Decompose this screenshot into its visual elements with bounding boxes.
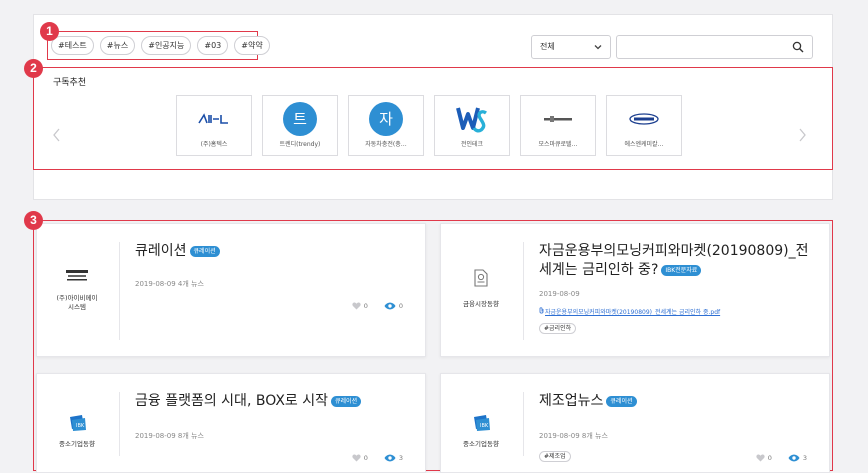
tag-list: #테스트 #뉴스 #인공지능 #03 #약약	[51, 36, 270, 55]
eye-icon	[384, 302, 396, 310]
view-count: 3	[802, 454, 807, 462]
brand-logo	[66, 270, 88, 281]
card-brand-name: 금융시장동향	[463, 300, 499, 308]
card-brand-name: (주)아이비메이 시스템	[56, 294, 98, 311]
category-select[interactable]: 전체	[531, 35, 611, 59]
view-count: 0	[398, 302, 403, 310]
card-brand: IBK 중소기업동향	[37, 374, 117, 472]
svg-text:IBK: IBK	[480, 423, 489, 429]
company-logo	[541, 102, 575, 136]
company-logo: 트	[283, 102, 317, 136]
like-count: 0	[363, 454, 368, 462]
tag-chip[interactable]: #테스트	[51, 36, 94, 55]
card-badge: 큐레이션	[331, 396, 362, 407]
card-meta: 2019-08-09 8개 뉴스	[539, 432, 608, 440]
card-hashtag[interactable]: #제조업	[539, 451, 571, 462]
card-brand-name: 중소기업동향	[463, 440, 499, 448]
card-title: 금융 플랫폼의 시대, BOX로 시작 큐레이션	[135, 392, 362, 411]
search-box	[616, 35, 813, 59]
card-badge: IBK전문자료	[661, 265, 702, 276]
ibk-logo: IBK	[474, 415, 490, 431]
card-brand: (주)아이비메이 시스템	[37, 224, 117, 356]
card-meta: 2019-08-09	[539, 290, 580, 298]
like-count: 0	[363, 302, 368, 310]
carousel-next-icon[interactable]	[797, 128, 807, 142]
content-card[interactable]: 금융시장동향 자금운용부의모닝커피와마켓(20190809)_전세계는 금리인하…	[440, 223, 830, 357]
company-logo	[627, 102, 661, 136]
search-icon[interactable]	[792, 41, 804, 53]
card-brand: 금융시장동향	[441, 224, 521, 356]
document-icon	[474, 269, 488, 287]
card-badge: 큐레이션	[189, 246, 220, 257]
attachment-icon	[539, 307, 544, 314]
marker-2: 2	[24, 59, 43, 78]
marker-3: 3	[24, 211, 43, 230]
attachment-link[interactable]: 자금운용부의모닝커피와마켓(20190809)_전세계는 금리인하 중.pdf	[545, 307, 720, 316]
card-meta: 2019-08-09 8개 뉴스	[135, 432, 204, 440]
subscribe-card-name: 트렌디(trendy)	[279, 141, 321, 148]
card-stats: 0 3	[756, 454, 807, 462]
heart-icon[interactable]	[352, 302, 361, 310]
subscribe-card[interactable]: 트 트렌디(trendy)	[262, 95, 338, 156]
subscribe-title: 구독추천	[53, 78, 87, 88]
tag-chip[interactable]: #03	[197, 36, 229, 55]
eye-icon	[788, 454, 800, 462]
card-stats: 0 0	[352, 302, 403, 310]
card-hashtag[interactable]: #금리인하	[539, 323, 577, 334]
tag-chip[interactable]: #뉴스	[99, 36, 136, 55]
subscribe-card[interactable]: 모스마큐로텔…	[520, 95, 596, 156]
like-count: 0	[767, 454, 772, 462]
chevron-down-icon	[594, 45, 602, 50]
company-logo: 자	[369, 102, 403, 136]
marker-1: 1	[40, 22, 59, 41]
content-card[interactable]: (주)아이비메이 시스템 큐레이션 큐레이션 2019-08-09 4개 뉴스 0…	[36, 223, 426, 357]
card-stats: 0 3	[352, 454, 403, 462]
eye-icon	[384, 454, 396, 462]
card-badge: 큐레이션	[606, 396, 637, 407]
subscribe-card-name: 모스마큐로텔…	[538, 141, 578, 148]
view-count: 3	[398, 454, 403, 462]
subscribe-card[interactable]: 에스엔케미칼…	[606, 95, 682, 156]
card-meta: 2019-08-09 4개 뉴스	[135, 280, 204, 288]
ibk-logo: IBK	[70, 415, 86, 431]
subscribe-card-name: 자동차충전(충…	[365, 141, 407, 148]
heart-icon[interactable]	[756, 454, 765, 462]
subscribe-card-name: 전인테크	[460, 141, 484, 148]
tag-chip[interactable]: #약약	[234, 36, 270, 55]
card-brand-name: 중소기업동향	[59, 440, 95, 448]
card-brand: IBK 중소기업동향	[441, 374, 521, 472]
category-select-value: 전체	[540, 42, 555, 51]
svg-text:IBK: IBK	[76, 423, 85, 429]
search-input[interactable]	[617, 37, 787, 59]
card-title: 자금운용부의모닝커피와마켓(20190809)_전세계는 금리인하 중? IBK전…	[539, 243, 809, 278]
company-logo	[455, 102, 489, 136]
subscribe-card[interactable]: (주)홈텍스	[176, 95, 252, 156]
carousel-prev-icon[interactable]	[52, 128, 62, 142]
subscribe-card-name: 에스엔케미칼…	[624, 141, 664, 148]
content-card[interactable]: IBK 중소기업동향 제조업뉴스 큐레이션 2019-08-09 8개 뉴스 #제…	[440, 373, 830, 473]
card-title: 큐레이션 큐레이션	[135, 242, 220, 261]
subscribe-card-name: (주)홈텍스	[200, 141, 228, 148]
subscribe-card[interactable]: 자 자동차충전(충…	[348, 95, 424, 156]
heart-icon[interactable]	[352, 454, 361, 462]
tag-chip[interactable]: #인공지능	[141, 36, 192, 55]
subscribe-carousel: (주)홈텍스 트 트렌디(trendy) 자 자동차충전(충… 전인테크 모스마…	[176, 95, 682, 156]
company-logo	[197, 102, 231, 136]
card-title: 제조업뉴스 큐레이션	[539, 392, 637, 411]
subscribe-card[interactable]: 전인테크	[434, 95, 510, 156]
content-card[interactable]: IBK 중소기업동향 금융 플랫폼의 시대, BOX로 시작 큐레이션 2019-…	[36, 373, 426, 473]
